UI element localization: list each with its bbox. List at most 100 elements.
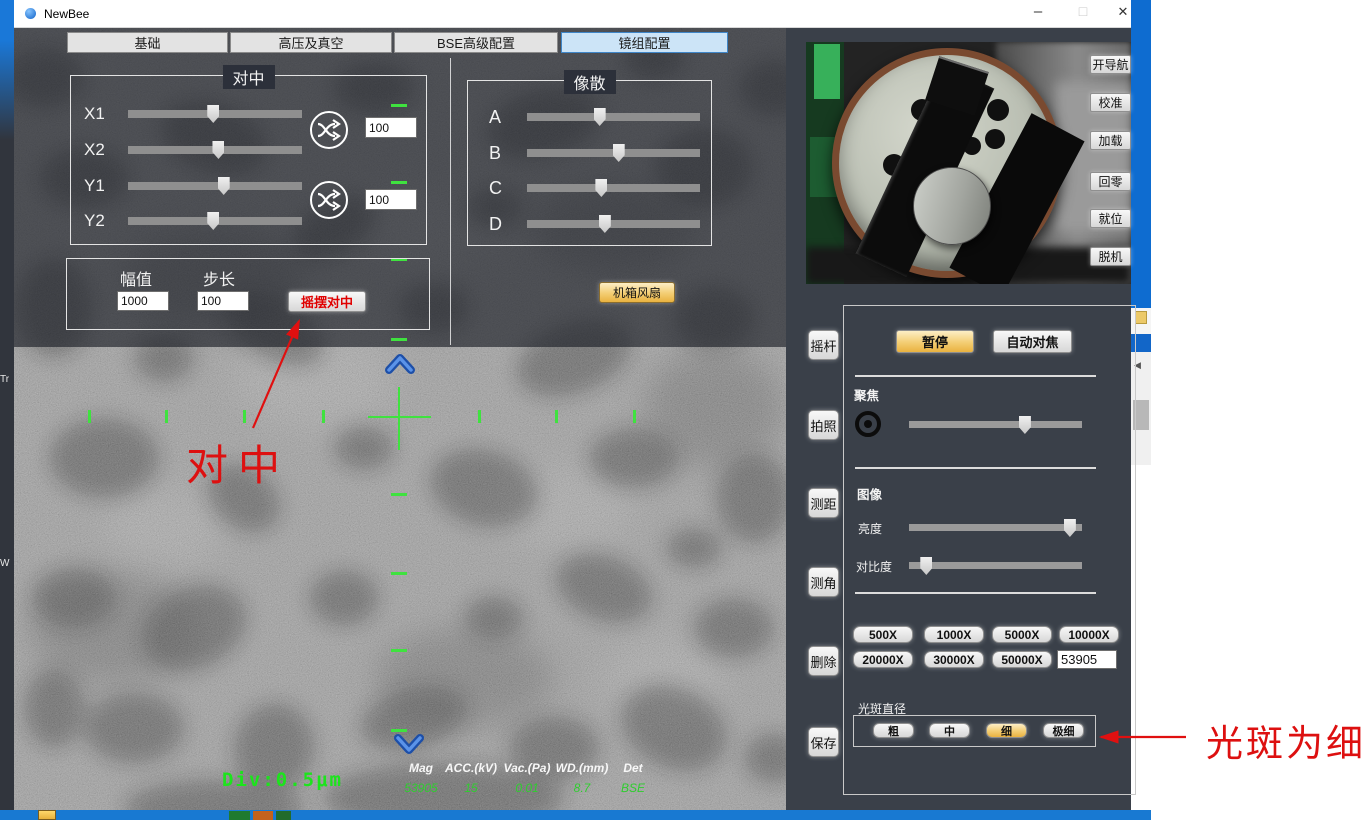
measure-angle-button[interactable]: 测角 bbox=[808, 567, 839, 597]
step-label: 步长 bbox=[203, 266, 235, 290]
maximize-button[interactable]: □ bbox=[1067, 3, 1099, 23]
in-position-button[interactable]: 就位 bbox=[1090, 209, 1131, 228]
spot-coarse-button[interactable]: 粗 bbox=[873, 723, 914, 738]
astig-a-slider[interactable] bbox=[527, 113, 700, 121]
step-input[interactable] bbox=[197, 291, 249, 311]
mag-value-input[interactable] bbox=[1057, 650, 1117, 669]
astig-d-slider[interactable] bbox=[527, 220, 700, 228]
amplitude-input[interactable] bbox=[117, 291, 169, 311]
chevron-down-icon[interactable] bbox=[392, 732, 426, 756]
image-section-label: 图像 bbox=[857, 484, 882, 503]
taskbar-app-icon[interactable] bbox=[229, 811, 250, 820]
snapshot-button[interactable]: 拍照 bbox=[808, 410, 839, 440]
status-header-acc: ACC.(kV) bbox=[439, 761, 503, 775]
nav-open-button[interactable]: 开导航 bbox=[1090, 55, 1131, 74]
scale-tick bbox=[391, 572, 407, 575]
brightness-label: 亮度 bbox=[858, 520, 882, 537]
separator bbox=[855, 375, 1096, 377]
stage-hole bbox=[985, 129, 1005, 149]
slider-label-x2: X2 bbox=[84, 140, 105, 160]
slider-label-d: D bbox=[489, 214, 502, 235]
desktop-icon-label-fragment: W bbox=[0, 558, 9, 569]
slider-label-y2: Y2 bbox=[84, 211, 105, 231]
scale-tick bbox=[165, 410, 168, 423]
y2-slider[interactable] bbox=[128, 217, 302, 225]
camera-pcb-connector bbox=[814, 44, 840, 99]
scale-tick bbox=[243, 410, 246, 423]
tab-hv-vacuum[interactable]: 高压及真空 bbox=[230, 32, 392, 53]
wobble-centering-button[interactable]: 摇摆对中 bbox=[288, 291, 366, 312]
x1-slider[interactable] bbox=[128, 110, 302, 118]
window-title: NewBee bbox=[44, 7, 89, 21]
tab-lens-config[interactable]: 镜组配置 bbox=[561, 32, 728, 53]
autofocus-button[interactable]: 自动对焦 bbox=[993, 330, 1072, 353]
y1-slider[interactable] bbox=[128, 182, 302, 190]
slider-label-x1: X1 bbox=[84, 104, 105, 124]
centering-group-title: 对中 bbox=[222, 65, 274, 89]
panel-divider bbox=[450, 58, 451, 345]
mag-50000x-button[interactable]: 50000X bbox=[992, 651, 1052, 668]
tab-basic[interactable]: 基础 bbox=[67, 32, 228, 53]
tab-bse-advanced[interactable]: BSE高级配置 bbox=[394, 32, 558, 53]
x2-slider[interactable] bbox=[128, 146, 302, 154]
taskbar-app-icon[interactable] bbox=[253, 811, 273, 820]
mag-1000x-button[interactable]: 1000X bbox=[924, 626, 984, 643]
focus-slider[interactable] bbox=[909, 421, 1082, 428]
save-button[interactable]: 保存 bbox=[808, 727, 839, 757]
swap-y-value[interactable] bbox=[365, 189, 417, 210]
swap-x-value[interactable] bbox=[365, 117, 417, 138]
contrast-label: 对比度 bbox=[856, 558, 892, 575]
load-button[interactable]: 加载 bbox=[1090, 131, 1131, 150]
taskbar bbox=[0, 810, 1151, 820]
slider-label-c: C bbox=[489, 178, 502, 199]
chevron-up-icon[interactable] bbox=[383, 352, 417, 376]
measure-distance-button[interactable]: 测距 bbox=[808, 488, 839, 518]
separator bbox=[855, 467, 1096, 469]
astig-b-slider[interactable] bbox=[527, 149, 700, 157]
brightness-slider[interactable] bbox=[909, 524, 1082, 531]
mag-500x-button[interactable]: 500X bbox=[853, 626, 913, 643]
scale-tick bbox=[322, 410, 325, 423]
stage-hole bbox=[987, 99, 1009, 121]
minimize-button[interactable]: – bbox=[1022, 3, 1054, 23]
home-button[interactable]: 回零 bbox=[1090, 172, 1131, 191]
screen: Tr W ◀ NewBee – □ ✕ bbox=[0, 0, 1366, 820]
calibrate-button[interactable]: 校准 bbox=[1090, 93, 1131, 112]
delete-button[interactable]: 删除 bbox=[808, 646, 839, 676]
spot-ultrafine-button[interactable]: 极细 bbox=[1043, 723, 1084, 738]
scale-tick bbox=[555, 410, 558, 423]
camera-view bbox=[806, 42, 1131, 284]
contrast-slider[interactable] bbox=[909, 562, 1082, 569]
swap-y-button[interactable] bbox=[310, 181, 348, 219]
sample-stub bbox=[913, 167, 991, 245]
record-icon[interactable] bbox=[855, 411, 881, 437]
folder-icon[interactable] bbox=[38, 810, 56, 820]
pause-button[interactable]: 暂停 bbox=[896, 330, 974, 353]
mag-10000x-button[interactable]: 10000X bbox=[1059, 626, 1119, 643]
status-value-vac: 0.01 bbox=[497, 781, 557, 795]
mag-20000x-button[interactable]: 20000X bbox=[853, 651, 913, 668]
swap-icon bbox=[312, 113, 346, 147]
spot-fine-button[interactable]: 细 bbox=[986, 723, 1027, 738]
taskbar-app-icon[interactable] bbox=[276, 811, 291, 820]
background-window-titlebar bbox=[1131, 0, 1151, 308]
separator bbox=[855, 592, 1096, 594]
mag-30000x-button[interactable]: 30000X bbox=[924, 651, 984, 668]
swap-x-button[interactable] bbox=[310, 111, 348, 149]
amplitude-label: 幅值 bbox=[120, 266, 152, 290]
scale-tick bbox=[391, 649, 407, 652]
chassis-fan-button[interactable]: 机箱风扇 bbox=[599, 282, 675, 303]
scale-tick bbox=[633, 410, 636, 423]
joystick-button[interactable]: 摇杆 bbox=[808, 330, 839, 360]
swap-icon bbox=[312, 183, 346, 217]
title-bar: NewBee – □ ✕ bbox=[14, 0, 1131, 28]
sample-stage-disc bbox=[832, 48, 1062, 278]
slider-label-b: B bbox=[489, 143, 501, 164]
spot-medium-button[interactable]: 中 bbox=[929, 723, 970, 738]
scale-tick bbox=[88, 410, 91, 423]
close-button[interactable]: ✕ bbox=[1107, 4, 1139, 24]
focus-label: 聚焦 bbox=[854, 385, 879, 404]
mag-5000x-button[interactable]: 5000X bbox=[992, 626, 1052, 643]
offline-button[interactable]: 脱机 bbox=[1090, 247, 1131, 266]
astig-c-slider[interactable] bbox=[527, 184, 700, 192]
